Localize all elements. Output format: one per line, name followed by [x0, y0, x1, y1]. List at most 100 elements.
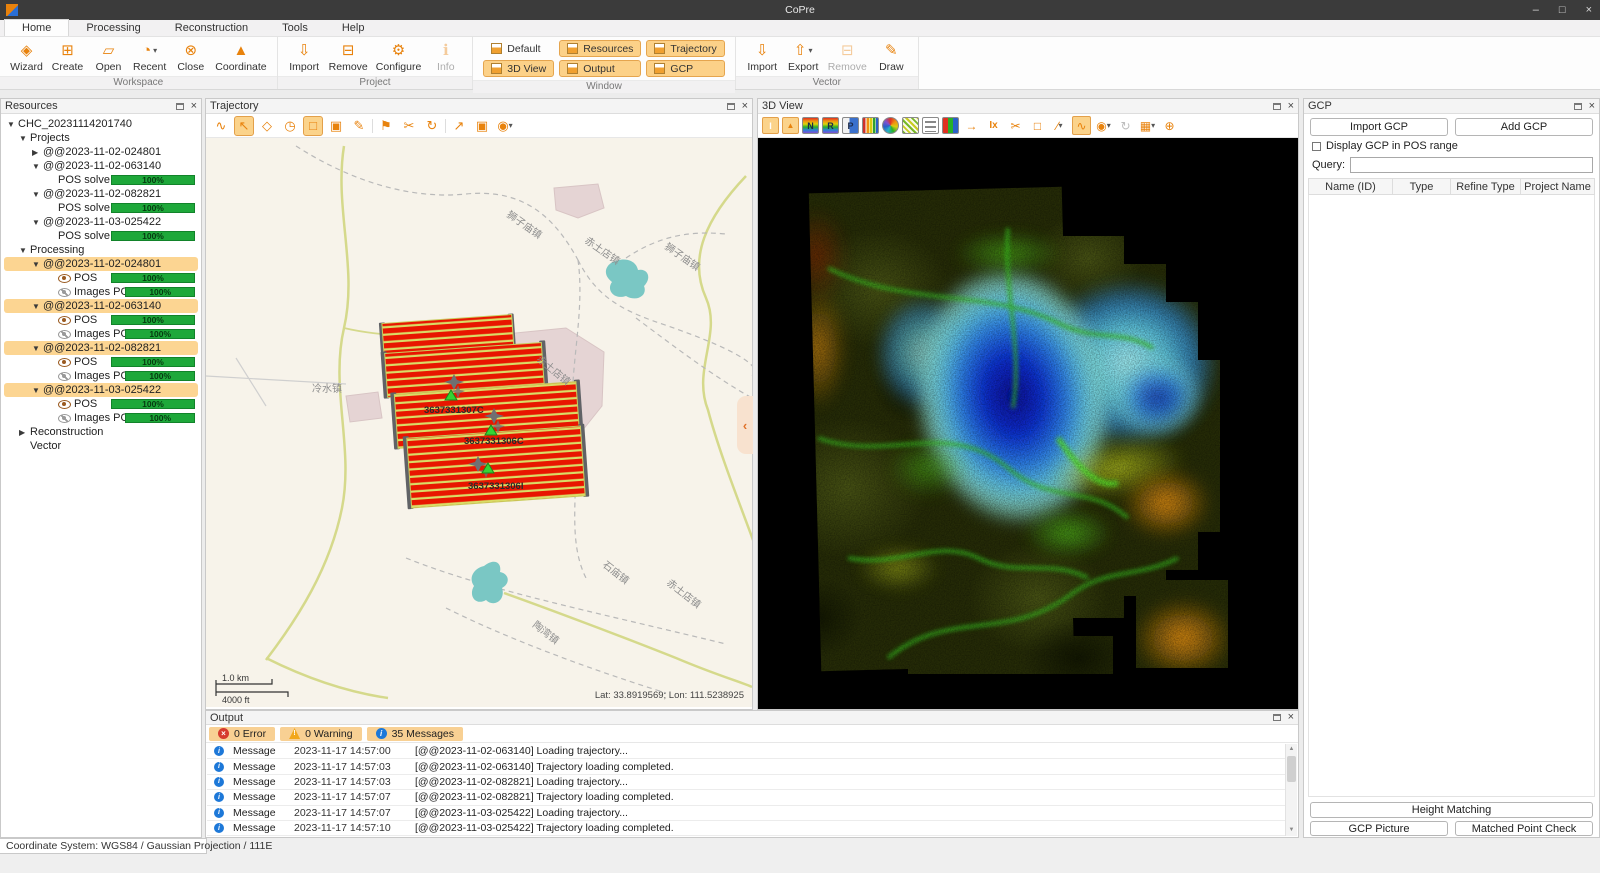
lasso-select-icon[interactable]: ◇	[257, 116, 277, 136]
gcp-table-body[interactable]	[1308, 195, 1595, 797]
expand-arrow-icon[interactable]	[19, 134, 30, 143]
tree-item[interactable]: POS 100%	[4, 397, 198, 411]
undock-icon[interactable]	[727, 103, 735, 110]
visibility-eye-icon[interactable]	[58, 288, 71, 297]
minimize-button[interactable]: –	[1533, 0, 1539, 20]
close-icon[interactable]: ×	[1589, 101, 1595, 112]
undock-icon[interactable]	[176, 103, 184, 110]
visibility-options-icon[interactable]: ◉▾	[1094, 116, 1113, 135]
point-cloud-canvas[interactable]	[758, 138, 1298, 709]
draw-button[interactable]: ✎ Draw	[873, 40, 910, 73]
tab-tools[interactable]: Tools	[265, 19, 325, 36]
tree-item[interactable]: @@2023-11-02-082821	[4, 187, 198, 201]
flag-tool-icon[interactable]: ⚑	[376, 116, 396, 136]
configure-button[interactable]: ⚙ Configure	[374, 40, 424, 73]
open-button[interactable]: ▱ Open	[90, 40, 127, 73]
center-view-icon[interactable]: ⊕	[1160, 116, 1179, 135]
tree-item[interactable]: Images POS 100%	[4, 285, 198, 299]
projection-mode-icon[interactable]: ▦▾	[1138, 116, 1157, 135]
tree-item[interactable]: Images POS 100%	[4, 327, 198, 341]
info-button[interactable]: ℹ Info	[427, 40, 464, 73]
tree-item[interactable]: Images POS 100%	[4, 369, 198, 383]
close-icon[interactable]: ×	[191, 101, 197, 112]
add-gcp-button[interactable]: Add GCP	[1455, 118, 1593, 136]
dropdown-caret-icon[interactable]: ▾	[809, 46, 813, 55]
visibility-eye-icon[interactable]	[58, 372, 71, 381]
tree-item[interactable]: @@2023-11-02-063140	[4, 159, 198, 173]
return-render-icon[interactable]: R	[822, 117, 839, 134]
toggle-default[interactable]: Default	[483, 40, 554, 57]
recent-button[interactable]: ◔▾ Recent	[131, 40, 168, 73]
tree-item[interactable]: POS solve 100%	[4, 201, 198, 215]
close-button[interactable]: ⊗ Close	[172, 40, 209, 73]
visibility-eye-icon[interactable]	[58, 414, 71, 423]
export-track-icon[interactable]: ↗	[449, 116, 469, 136]
expand-arrow-icon[interactable]	[32, 162, 43, 171]
column-header[interactable]: Project Name	[1521, 179, 1594, 194]
import-gcp-button[interactable]: Import GCP	[1310, 118, 1448, 136]
scissors-icon[interactable]: ✂	[399, 116, 419, 136]
visibility-dropdown-icon[interactable]: ◉▾	[495, 116, 515, 136]
toggle-resources[interactable]: Resources	[559, 40, 641, 57]
visibility-eye-icon[interactable]	[58, 330, 71, 339]
map-canvas[interactable]: 3637331307C 3637331306C 3637331306I 狮子庙镇…	[206, 138, 752, 707]
visibility-eye-icon[interactable]	[58, 400, 71, 409]
dropdown-caret-icon[interactable]: ▾	[153, 46, 157, 55]
scroll-up-icon[interactable]: ▲	[1286, 744, 1297, 755]
tree-item[interactable]: Images POS 100%	[4, 411, 198, 425]
clip-box-icon[interactable]: □	[1028, 116, 1047, 135]
gcp-picture-button[interactable]: GCP Picture	[1310, 821, 1448, 836]
intensity-color-icon[interactable]: ▲	[782, 117, 799, 134]
tree-item[interactable]: POS 100%	[4, 271, 198, 285]
photo-pin-icon[interactable]: ▣	[472, 116, 492, 136]
expand-arrow-icon[interactable]	[7, 120, 18, 129]
import-vector-button[interactable]: ⇩ Import	[744, 40, 781, 73]
matched-point-check-button[interactable]: Matched Point Check	[1455, 821, 1593, 836]
tree-item[interactable]: POS 100%	[4, 355, 198, 369]
height-matching-button[interactable]: Height Matching	[1310, 802, 1593, 818]
remove-project-button[interactable]: ⊟ Remove	[327, 40, 370, 73]
coordinate-button[interactable]: ▲ Coordinate	[213, 40, 268, 73]
tree-item[interactable]: Vector	[4, 439, 198, 453]
visibility-eye-icon[interactable]	[58, 274, 71, 283]
tree-item[interactable]: Projects	[4, 131, 198, 145]
pick-point-icon[interactable]: ∿	[1072, 116, 1091, 135]
rgb-render-icon[interactable]	[942, 117, 959, 134]
messages-filter[interactable]: 35 Messages	[367, 727, 463, 741]
toggle-gcp[interactable]: GCP	[646, 60, 724, 77]
select-points-icon[interactable]: Ix	[984, 116, 1003, 135]
cut-points-icon[interactable]: ✂	[1006, 116, 1025, 135]
error-filter[interactable]: 0 Error	[209, 727, 275, 741]
wizard-button[interactable]: ◈ Wizard	[8, 40, 45, 73]
undock-icon[interactable]	[1574, 103, 1582, 110]
tree-item[interactable]: POS 100%	[4, 313, 198, 327]
tab-processing[interactable]: Processing	[69, 19, 157, 36]
normal-render-icon[interactable]: N	[802, 117, 819, 134]
track-tool-icon[interactable]: ∿	[211, 116, 231, 136]
expand-arrow-icon[interactable]	[32, 302, 43, 311]
tree-item[interactable]: CHC_20231114201740	[4, 117, 198, 131]
rect-select-icon[interactable]: □	[303, 116, 323, 136]
panel-collapse-handle[interactable]: ‹	[737, 396, 753, 454]
message-row[interactable]: Message 2023-11-17 14:57:07 [@@2023-11-0…	[207, 790, 1285, 805]
close-window-button[interactable]: ×	[1586, 0, 1592, 20]
copy-selection-icon[interactable]: ▣	[326, 116, 346, 136]
expand-arrow-icon[interactable]	[32, 218, 43, 227]
color-wheel-icon[interactable]	[882, 117, 899, 134]
tree-item[interactable]: @@2023-11-03-025422	[4, 215, 198, 229]
point-source-icon[interactable]: P	[842, 117, 859, 134]
restore-button[interactable]: □	[1559, 0, 1566, 20]
message-row[interactable]: Message 2023-11-17 14:57:00 [@@2023-11-0…	[207, 744, 1285, 759]
tab-home[interactable]: Home	[4, 19, 69, 36]
elevation-color-icon[interactable]: I	[762, 117, 779, 134]
tree-item[interactable]: @@2023-11-02-063140	[4, 299, 198, 313]
import-project-button[interactable]: ⇩ Import	[286, 40, 323, 73]
remove-vector-button[interactable]: ⊟ Remove	[826, 40, 869, 73]
warning-filter[interactable]: 0 Warning	[280, 727, 361, 741]
tree-item[interactable]: @@2023-11-03-025422	[4, 383, 198, 397]
toggle-trajectory[interactable]: Trajectory	[646, 40, 724, 57]
rotate-view-icon[interactable]: ↻	[1116, 116, 1135, 135]
toggle-3d-view[interactable]: 3D View	[483, 60, 554, 77]
tree-item[interactable]: @@2023-11-02-024801	[4, 145, 198, 159]
expand-arrow-icon[interactable]	[32, 260, 43, 269]
